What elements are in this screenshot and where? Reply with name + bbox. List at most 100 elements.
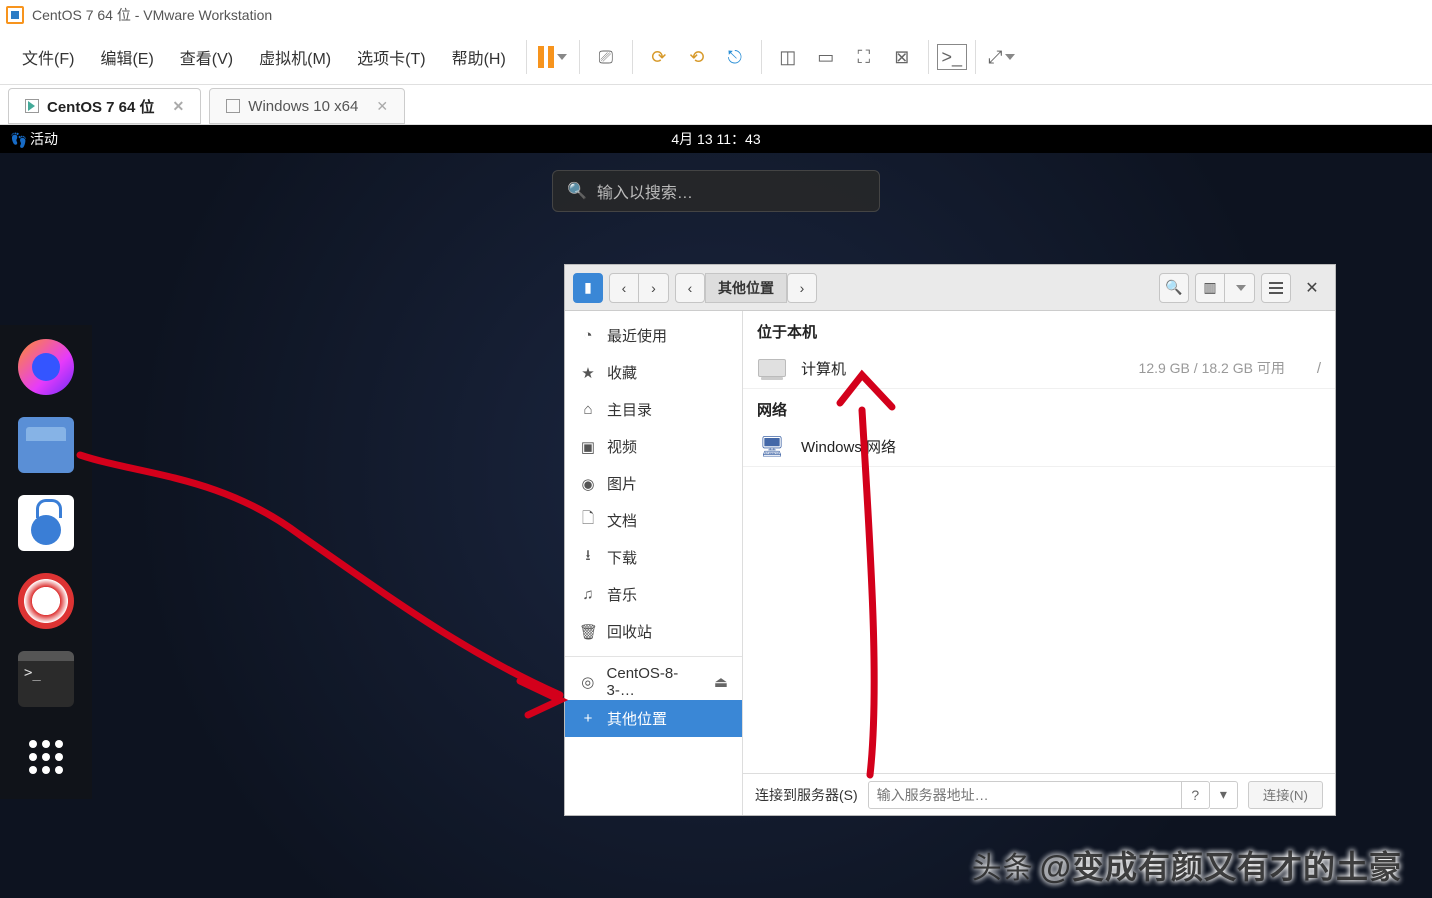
tab-centos-label: CentOS 7 64 位 [47, 96, 155, 117]
gnome-foot-icon: 👣 [10, 132, 24, 146]
eject-icon[interactable]: ⏏ [714, 673, 728, 691]
tab-centos-close-icon[interactable]: ✕ [173, 98, 185, 115]
clock[interactable]: 4月 13 11：43 [671, 129, 760, 149]
dock-help-icon[interactable] [18, 573, 74, 629]
server-address-input[interactable] [868, 781, 1182, 809]
files-window: ▮ ‹ › ‹ 其他位置 › 🔍 ▥ ✕ ◔最近使用 ★收藏 ⌂ [565, 265, 1335, 815]
sidebar-home[interactable]: ⌂主目录 [565, 391, 742, 428]
network-header: 网络 [743, 389, 1335, 426]
view-tab-icon[interactable]: ▭ [808, 39, 844, 75]
menu-edit[interactable]: 编辑(E) [88, 39, 165, 75]
snapshot-manager-icon[interactable]: ⟲ [679, 39, 715, 75]
document-icon: 🗋 [579, 508, 597, 533]
tab-running-icon [25, 99, 39, 113]
files-app-icon: ▮ [573, 273, 603, 303]
search-placeholder: 输入以搜索… [597, 179, 693, 203]
sidebar-starred[interactable]: ★收藏 [565, 354, 742, 391]
dock-apps-icon[interactable] [18, 729, 74, 785]
dock-files-icon[interactable] [18, 417, 74, 473]
drive-icon [757, 356, 787, 380]
dock [0, 325, 92, 799]
tab-centos[interactable]: CentOS 7 64 位 ✕ [8, 88, 201, 124]
menu-tab[interactable]: 选项卡(T) [345, 39, 437, 75]
sidebar-videos[interactable]: ▣视频 [565, 428, 742, 465]
pause-vm-icon[interactable] [535, 39, 571, 75]
download-icon: ⭳ [579, 545, 597, 570]
search-icon: 🔍 [567, 181, 587, 201]
files-menu-button[interactable] [1261, 273, 1291, 303]
snapshot-icon[interactable]: ⟳ [641, 39, 677, 75]
sidebar-disc[interactable]: ◎CentOS-8-3-…⏏ [565, 663, 742, 700]
menu-vm[interactable]: 虚拟机(M) [247, 39, 343, 75]
menubar: 文件(F) 编辑(E) 查看(V) 虚拟机(M) 选项卡(T) 帮助(H) ⎚ … [0, 30, 1432, 85]
local-header: 位于本机 [743, 311, 1335, 348]
menu-file[interactable]: 文件(F) [10, 39, 86, 75]
winnet-label: Windows 网络 [801, 436, 896, 457]
sidebar-trash[interactable]: 🗑回收站 [565, 613, 742, 650]
computer-usage: 12.9 GB / 18.2 GB 可用 [1139, 358, 1285, 378]
view-dropdown-button[interactable] [1225, 273, 1255, 303]
window-titlebar: CentOS 7 64 位 - VMware Workstation [0, 0, 1432, 30]
sidebar-pictures[interactable]: ◉图片 [565, 465, 742, 502]
view-unity-icon[interactable]: ⊠ [884, 39, 920, 75]
row-windows-network[interactable]: 🖥 Windows 网络 [743, 426, 1335, 467]
server-history-icon[interactable]: ▾ [1210, 781, 1238, 809]
tab-windows-label: Windows 10 x64 [248, 98, 358, 115]
files-close-button[interactable]: ✕ [1297, 273, 1327, 303]
guest-desktop: 👣 活动 4月 13 11：43 🔍 输入以搜索… ▮ ‹ › ‹ 其他位置 › [0, 125, 1432, 898]
breadcrumb-fwd-icon[interactable]: › [787, 273, 817, 303]
menu-view[interactable]: 查看(V) [168, 39, 245, 75]
activities-search[interactable]: 🔍 输入以搜索… [552, 170, 880, 212]
dock-terminal-icon[interactable] [18, 651, 74, 707]
server-help-icon[interactable]: ? [1182, 781, 1210, 809]
dock-firefox-icon[interactable] [18, 339, 74, 395]
sidebar-other-locations[interactable]: +其他位置 [565, 700, 742, 737]
connect-button[interactable]: 连接(N) [1248, 781, 1323, 809]
toolbar-icon-1[interactable]: ⎚ [588, 39, 624, 75]
camera-icon: ◉ [579, 475, 597, 493]
video-icon: ▣ [579, 438, 597, 456]
computer-path: / [1317, 360, 1321, 377]
sidebar-recent[interactable]: ◔最近使用 [565, 317, 742, 354]
sidebar-downloads[interactable]: ⭳下载 [565, 539, 742, 576]
clock-icon: ◔ [579, 327, 597, 344]
tab-windows-close-icon[interactable]: ✕ [376, 98, 388, 115]
sidebar-music[interactable]: ♫音乐 [565, 576, 742, 613]
breadcrumb: ‹ 其他位置 › [675, 273, 817, 303]
vm-tabs: CentOS 7 64 位 ✕ Windows 10 x64 ✕ [0, 85, 1432, 125]
vmware-logo-icon [6, 6, 24, 24]
network-icon: 🖥 [757, 434, 787, 458]
breadcrumb-current[interactable]: 其他位置 [705, 273, 787, 303]
menu-help[interactable]: 帮助(H) [440, 39, 518, 75]
disc-icon: ◎ [579, 673, 597, 691]
row-computer[interactable]: 计算机 12.9 GB / 18.2 GB 可用 / [743, 348, 1335, 389]
view-list-button[interactable]: ▥ [1195, 273, 1225, 303]
connect-server-bar: 连接到服务器(S) ? ▾ 连接(N) [743, 773, 1335, 815]
toolbar-icon-4[interactable]: ⎋ [717, 39, 753, 75]
breadcrumb-back-icon[interactable]: ‹ [675, 273, 705, 303]
tab-vm-icon [226, 99, 240, 113]
star-icon: ★ [579, 364, 597, 382]
activities-button[interactable]: 活动 [30, 129, 58, 149]
view-single-icon[interactable]: ◫ [770, 39, 806, 75]
nav-back-button[interactable]: ‹ [609, 273, 639, 303]
files-search-button[interactable]: 🔍 [1159, 273, 1189, 303]
plus-icon: + [579, 710, 597, 727]
watermark: 头条@变成有颜又有才的土豪 [972, 842, 1402, 888]
trash-icon: 🗑 [579, 623, 597, 641]
view-fullscreen-icon[interactable]: ⛶ [846, 39, 882, 75]
files-sidebar: ◔最近使用 ★收藏 ⌂主目录 ▣视频 ◉图片 🗋文档 ⭳下载 ♫音乐 🗑回收站 … [565, 311, 743, 815]
sidebar-documents[interactable]: 🗋文档 [565, 502, 742, 539]
console-icon[interactable]: >_ [937, 44, 967, 70]
gnome-topbar: 👣 活动 4月 13 11：43 [0, 125, 1432, 153]
window-title: CentOS 7 64 位 - VMware Workstation [32, 5, 272, 25]
home-icon: ⌂ [579, 401, 597, 418]
stretch-icon[interactable]: ⤢ [984, 39, 1020, 75]
files-headerbar: ▮ ‹ › ‹ 其他位置 › 🔍 ▥ ✕ [565, 265, 1335, 311]
nav-forward-button[interactable]: › [639, 273, 669, 303]
computer-label: 计算机 [801, 358, 846, 379]
dock-software-icon[interactable] [18, 495, 74, 551]
connect-server-label: 连接到服务器(S) [755, 785, 858, 805]
music-icon: ♫ [579, 586, 597, 603]
tab-windows[interactable]: Windows 10 x64 ✕ [209, 88, 405, 124]
